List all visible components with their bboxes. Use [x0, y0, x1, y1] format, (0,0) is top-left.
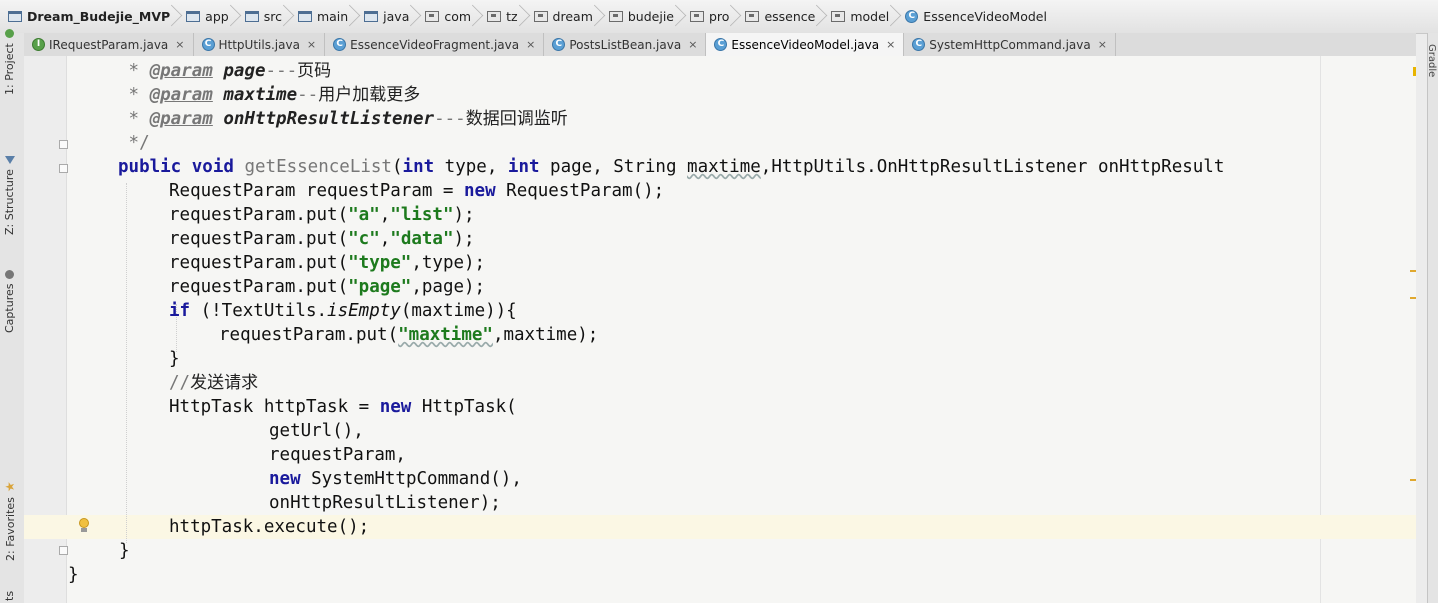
code-line[interactable]: requestParam.put("maxtime",maxtime); [219, 323, 598, 347]
navigation-breadcrumb: Dream_Budejie_MVP app src main java com … [0, 0, 1438, 34]
breadcrumb-item-dream[interactable]: dream [524, 0, 599, 33]
folder-icon [364, 11, 379, 22]
code-line[interactable]: new SystemHttpCommand(), [269, 467, 522, 491]
code-line[interactable]: httpTask.execute(); [169, 515, 369, 539]
tab-irequestparam[interactable]: I IRequestParam.java × [24, 33, 194, 56]
code-line[interactable]: public void getEssenceList(int type, int… [118, 155, 1224, 179]
package-icon [831, 11, 846, 22]
tool-window-gradle[interactable]: Gradle [1426, 44, 1437, 77]
folder-icon [297, 11, 312, 22]
module-icon [8, 11, 22, 22]
folder-icon [244, 11, 259, 22]
tab-essencevideomodel[interactable]: C EssenceVideoModel.java × [706, 33, 905, 56]
tab-httputils[interactable]: C HttpUtils.java × [194, 33, 326, 56]
indent-guide [126, 183, 127, 543]
code-line[interactable]: * @param page---页码 [118, 59, 332, 83]
breadcrumb-item-tz[interactable]: tz [477, 0, 523, 33]
module-icon [186, 11, 201, 22]
warning-marker[interactable] [1410, 479, 1416, 481]
code-line[interactable]: HttpTask httpTask = new HttpTask( [169, 395, 517, 419]
close-icon[interactable]: × [688, 38, 697, 51]
breadcrumb-item-model[interactable]: model [821, 0, 895, 33]
package-icon [487, 11, 502, 22]
lightbulb-icon[interactable] [78, 518, 90, 532]
package-icon [533, 11, 548, 22]
package-icon [425, 11, 440, 22]
warning-marker[interactable] [1410, 297, 1416, 299]
breadcrumb-item-main[interactable]: main [288, 0, 354, 33]
code-editor[interactable]: * @param page---页码 * @param maxtime--用户加… [24, 56, 1416, 603]
captures-icon [5, 269, 14, 279]
class-icon: C [714, 38, 728, 51]
code-line[interactable]: } [68, 563, 79, 587]
tool-window-structure[interactable]: Z: Structure [3, 156, 16, 235]
breadcrumb-item-com[interactable]: com [415, 0, 477, 33]
fold-marker[interactable] [59, 140, 68, 149]
close-icon[interactable]: × [307, 38, 316, 51]
close-icon[interactable]: × [1098, 38, 1107, 51]
android-icon [5, 29, 14, 39]
breadcrumb-item-java[interactable]: java [354, 0, 415, 33]
breadcrumb-item-project[interactable]: Dream_Budejie_MVP [0, 0, 176, 33]
code-line[interactable]: onHttpResultListener); [269, 491, 501, 515]
code-line[interactable]: requestParam, [269, 443, 406, 467]
package-icon [690, 11, 704, 22]
code-line[interactable]: requestParam.put("a","list"); [169, 203, 475, 227]
fold-marker[interactable] [59, 164, 68, 173]
close-icon[interactable]: × [526, 38, 535, 51]
right-tool-window-strip [1427, 33, 1438, 603]
package-icon [608, 11, 623, 22]
editor-tab-bar: I IRequestParam.java × C HttpUtils.java × CE… [24, 33, 1416, 57]
tool-window-favorites[interactable]: 2: Favorites ★ [3, 481, 17, 561]
interface-icon: I [32, 38, 45, 51]
tab-systemhttpcommand[interactable]: C SystemHttpCommand.java × [904, 33, 1116, 56]
fold-marker[interactable] [59, 546, 68, 555]
structure-icon [4, 156, 15, 165]
code-line[interactable]: */ [118, 131, 150, 155]
star-icon: ★ [3, 481, 17, 493]
code-line[interactable]: * @param maxtime--用户加载更多 [118, 83, 421, 107]
tab-postslistbean[interactable]: C PostsListBean.java × [544, 33, 707, 56]
breadcrumb-item-budejie[interactable]: budejie [599, 0, 680, 33]
warning-marker[interactable] [1410, 270, 1416, 272]
code-line[interactable]: requestParam.put("type",type); [169, 251, 485, 275]
analysis-status-indicator[interactable] [1413, 67, 1416, 76]
close-icon[interactable]: × [886, 38, 895, 51]
code-line[interactable]: * @param onHttpResultListener---数据回调监听 [118, 107, 568, 131]
class-icon: C [912, 38, 926, 51]
breadcrumb-item-app[interactable]: app [176, 0, 235, 33]
code-line[interactable]: //发送请求 [169, 371, 258, 395]
tool-window-project[interactable]: 1: Project [3, 29, 16, 95]
code-line[interactable]: requestParam.put("page",page); [169, 275, 485, 299]
left-tool-window-strip: 1: Project Z: Structure Captures 2: Favo… [0, 29, 25, 603]
code-line[interactable]: getUrl(), [269, 419, 364, 443]
breadcrumb-item-essence[interactable]: essence [735, 0, 821, 33]
class-icon: C [905, 10, 919, 23]
code-line[interactable]: requestParam.put("c","data"); [169, 227, 475, 251]
class-icon: C [201, 38, 215, 51]
package-icon [745, 11, 760, 22]
code-line[interactable]: RequestParam requestParam = new RequestP… [169, 179, 664, 203]
tab-essencevideofragment[interactable]: C EssenceVideoFragment.java × [325, 33, 545, 56]
tool-window-bottom-partial[interactable]: ts [3, 591, 16, 601]
breadcrumb-item-pro[interactable]: pro [680, 0, 735, 33]
class-icon: C [552, 38, 566, 51]
code-line[interactable]: } [119, 539, 130, 563]
code-line[interactable]: } [169, 347, 180, 371]
tool-window-captures[interactable]: Captures [3, 269, 16, 333]
class-icon: C [333, 38, 347, 51]
breadcrumb-item-src[interactable]: src [235, 0, 288, 33]
breadcrumb-item-class[interactable]: C EssenceVideoModel [895, 0, 1053, 33]
close-icon[interactable]: × [175, 38, 184, 51]
code-line[interactable]: if (!TextUtils.isEmpty(maxtime)){ [169, 299, 517, 323]
